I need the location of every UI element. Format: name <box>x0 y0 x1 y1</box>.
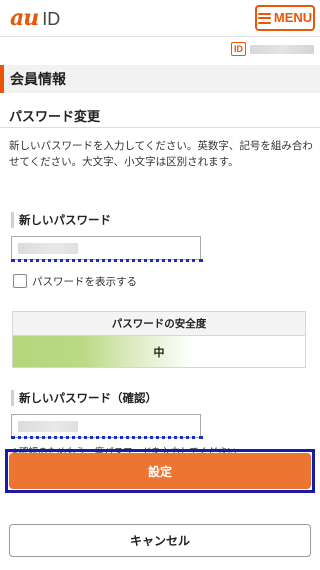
account-id-masked <box>250 45 314 54</box>
app-header: au ID MENU <box>0 0 320 37</box>
section-title: 会員情報 <box>10 72 66 88</box>
page-description: 新しいパスワードを入力してください。英数字、記号を組み合わせてください。大文字、… <box>9 140 313 168</box>
id-badge-icon: ID <box>231 42 246 56</box>
new-password-label: 新しいパスワード <box>11 212 111 228</box>
page-title: パスワード変更 <box>9 110 101 125</box>
menu-label: MENU <box>273 10 313 25</box>
masked-input-value <box>18 421 78 432</box>
new-password-input[interactable] <box>11 236 201 260</box>
logo-au-text: au <box>10 5 39 31</box>
section-header: 会員情報 <box>0 65 320 93</box>
account-id-row: ID <box>0 38 320 60</box>
password-strength-meter: パスワードの安全度 中 <box>12 311 306 368</box>
show-password-label: パスワードを表示する <box>32 275 137 288</box>
strength-level: 中 <box>153 345 165 359</box>
title-divider <box>0 127 320 128</box>
au-id-logo[interactable]: au ID <box>10 6 60 30</box>
menu-button[interactable]: MENU <box>255 5 315 31</box>
submit-button[interactable]: 設定 <box>9 453 311 489</box>
confirm-password-input[interactable] <box>11 414 201 438</box>
strength-title: パスワードの安全度 <box>13 312 305 336</box>
cancel-button[interactable]: キャンセル <box>9 524 311 557</box>
strength-bar: 中 <box>13 336 305 367</box>
focus-indicator <box>11 436 203 439</box>
logo-id-text: ID <box>42 9 61 29</box>
show-password-toggle[interactable]: パスワードを表示する <box>13 273 137 289</box>
hamburger-icon <box>257 12 271 24</box>
focus-indicator <box>11 259 203 262</box>
show-password-checkbox[interactable] <box>13 274 27 288</box>
confirm-password-label: 新しいパスワード（確認） <box>11 390 157 406</box>
masked-input-value <box>18 243 78 254</box>
